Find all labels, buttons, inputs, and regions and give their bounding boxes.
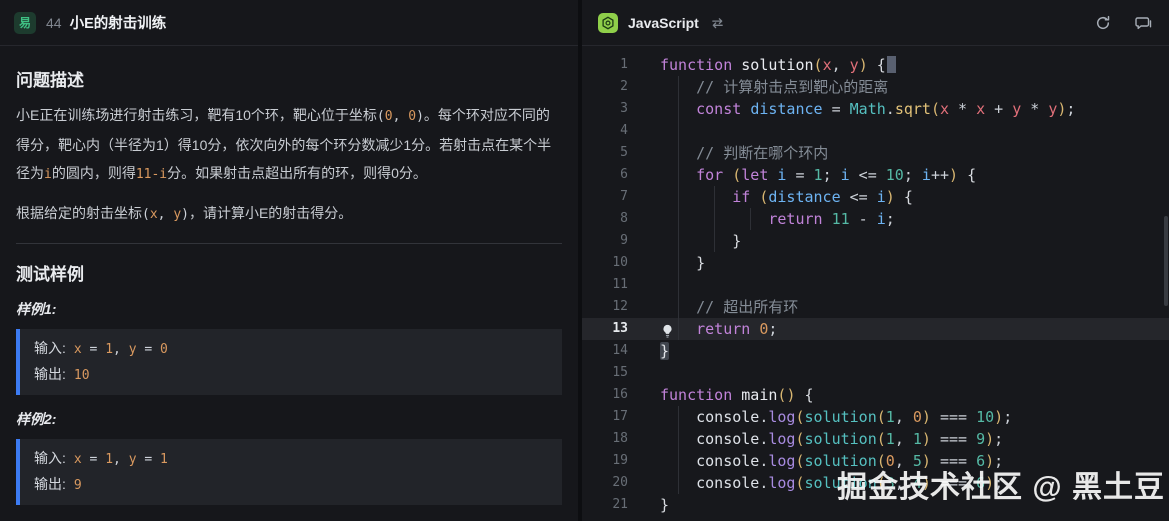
code-row-4: 4 <box>582 120 1169 142</box>
code-line[interactable]: return 0; <box>660 318 1169 340</box>
code-line[interactable]: if (distance <= i) { <box>660 186 1169 208</box>
code-row-15: 15 <box>582 362 1169 384</box>
code-row-20: 20 console.log(solution(3, 4) === 6); <box>582 472 1169 494</box>
line-number: 9 <box>582 230 628 252</box>
code-line[interactable]: console.log(solution(3, 4) === 6); <box>660 472 1169 494</box>
samples-heading: 测试样例 <box>16 260 562 285</box>
code-line[interactable]: return 11 - i; <box>660 208 1169 230</box>
line-number: 21 <box>582 494 628 516</box>
line-number: 10 <box>582 252 628 274</box>
code-line[interactable]: } <box>660 494 1169 516</box>
description-paragraph-2: 根据给定的射击坐标(x, y)，请计算小E的射击得分。 <box>16 199 562 229</box>
line-number: 8 <box>582 208 628 230</box>
editor-scrollbar[interactable] <box>1164 216 1168 306</box>
sample-1-label: 样例1: <box>16 299 562 319</box>
code-row-6: 6 for (let i = 1; i <= 10; i++) { <box>582 164 1169 186</box>
sample-1-input: 输入:x = 1, y = 0 <box>34 336 548 362</box>
line-number: 3 <box>582 98 628 120</box>
line-number: 20 <box>582 472 628 494</box>
sample-2-input: 输入:x = 1, y = 1 <box>34 446 548 472</box>
code-row-10: 10 } <box>582 252 1169 274</box>
reset-code-icon[interactable] <box>1091 11 1115 35</box>
code-editor[interactable]: 1function solution(x, y) {2 // 计算射击点到靶心的… <box>582 46 1169 521</box>
problem-description-area: 问题描述 小E正在训练场进行射击练习，靶有10个环，靶心位于坐标(0, 0)。每… <box>0 46 578 521</box>
code-line[interactable] <box>660 362 1169 384</box>
code-line[interactable]: for (let i = 1; i <= 10; i++) { <box>660 164 1169 186</box>
code-row-3: 3 const distance = Math.sqrt(x * x + y *… <box>582 98 1169 120</box>
code-row-11: 11 <box>582 274 1169 296</box>
line-number: 14 <box>582 340 628 362</box>
sample-1-block: 输入:x = 1, y = 0 输出:10 <box>16 329 562 395</box>
code-line[interactable]: function solution(x, y) { <box>660 54 1169 76</box>
line-number: 5 <box>582 142 628 164</box>
line-number: 2 <box>582 76 628 98</box>
code-line[interactable] <box>660 274 1169 296</box>
code-row-18: 18 console.log(solution(1, 1) === 9); <box>582 428 1169 450</box>
code-row-19: 19 console.log(solution(0, 5) === 6); <box>582 450 1169 472</box>
code-line[interactable]: // 超出所有环 <box>660 296 1169 318</box>
code-row-14: 14} <box>582 340 1169 362</box>
code-row-12: 12 // 超出所有环 <box>582 296 1169 318</box>
code-row-13: 13 return 0; <box>582 318 1169 340</box>
code-row-9: 9 } <box>582 230 1169 252</box>
code-line[interactable]: } <box>660 230 1169 252</box>
code-row-17: 17 console.log(solution(1, 0) === 10); <box>582 406 1169 428</box>
problem-header: 易 44 小E的射击训练 <box>0 0 578 46</box>
line-number: 12 <box>582 296 628 318</box>
sample-2-label: 样例2: <box>16 409 562 429</box>
switch-language-icon[interactable] <box>711 17 724 29</box>
sample-2-output: 输出:9 <box>34 472 548 498</box>
line-number: 19 <box>582 450 628 472</box>
app-window: 易 44 小E的射击训练 问题描述 小E正在训练场进行射击练习，靶有10个环，靶… <box>0 0 1169 521</box>
code-line[interactable] <box>660 120 1169 142</box>
line-number: 4 <box>582 120 628 142</box>
line-number: 11 <box>582 274 628 296</box>
problem-title: 小E的射击训练 <box>70 12 167 33</box>
description-heading: 问题描述 <box>16 66 562 91</box>
code-line[interactable]: } <box>660 340 1169 362</box>
line-number: 13 <box>582 318 628 340</box>
code-row-7: 7 if (distance <= i) { <box>582 186 1169 208</box>
sample-2-block: 输入:x = 1, y = 1 输出:9 <box>16 439 562 505</box>
code-row-8: 8 return 11 - i; <box>582 208 1169 230</box>
line-number: 7 <box>582 186 628 208</box>
line-number: 1 <box>582 54 628 76</box>
problem-panel: 易 44 小E的射击训练 问题描述 小E正在训练场进行射击练习，靶有10个环，靶… <box>0 0 582 521</box>
line-number: 18 <box>582 428 628 450</box>
javascript-icon <box>598 13 618 33</box>
code-line[interactable]: // 判断在哪个环内 <box>660 142 1169 164</box>
code-line[interactable]: // 计算射击点到靶心的距离 <box>660 76 1169 98</box>
code-line[interactable]: } <box>660 252 1169 274</box>
line-number: 6 <box>582 164 628 186</box>
line-number: 17 <box>582 406 628 428</box>
code-line[interactable]: console.log(solution(1, 0) === 10); <box>660 406 1169 428</box>
editor-header: JavaScript <box>582 0 1169 46</box>
code-line[interactable]: console.log(solution(1, 1) === 9); <box>660 428 1169 450</box>
section-divider <box>16 243 562 244</box>
sample-1-output: 输出:10 <box>34 362 548 388</box>
code-row-16: 16 function main() { <box>582 384 1169 406</box>
difficulty-badge: 易 <box>14 12 36 34</box>
line-number: 16 <box>582 384 628 406</box>
problem-number: 44 <box>46 15 62 31</box>
feedback-comment-icon[interactable] <box>1131 11 1155 35</box>
code-line[interactable]: function main() { <box>660 384 1169 406</box>
description-paragraph-1: 小E正在训练场进行射击练习，靶有10个环，靶心位于坐标(0, 0)。每个环对应不… <box>16 101 562 189</box>
line-number: 15 <box>582 362 628 384</box>
code-row-1: 1 function solution(x, y) { <box>582 54 1169 76</box>
code-row-5: 5 // 判断在哪个环内 <box>582 142 1169 164</box>
editor-panel: JavaScript <box>582 0 1169 521</box>
code-row-2: 2 // 计算射击点到靶心的距离 <box>582 76 1169 98</box>
code-line[interactable]: console.log(solution(0, 5) === 6); <box>660 450 1169 472</box>
code-row-21: 21} <box>582 494 1169 516</box>
code-line[interactable]: const distance = Math.sqrt(x * x + y * y… <box>660 98 1169 120</box>
code-action-lightbulb-icon[interactable] <box>661 322 674 336</box>
language-selector[interactable]: JavaScript <box>628 15 699 31</box>
